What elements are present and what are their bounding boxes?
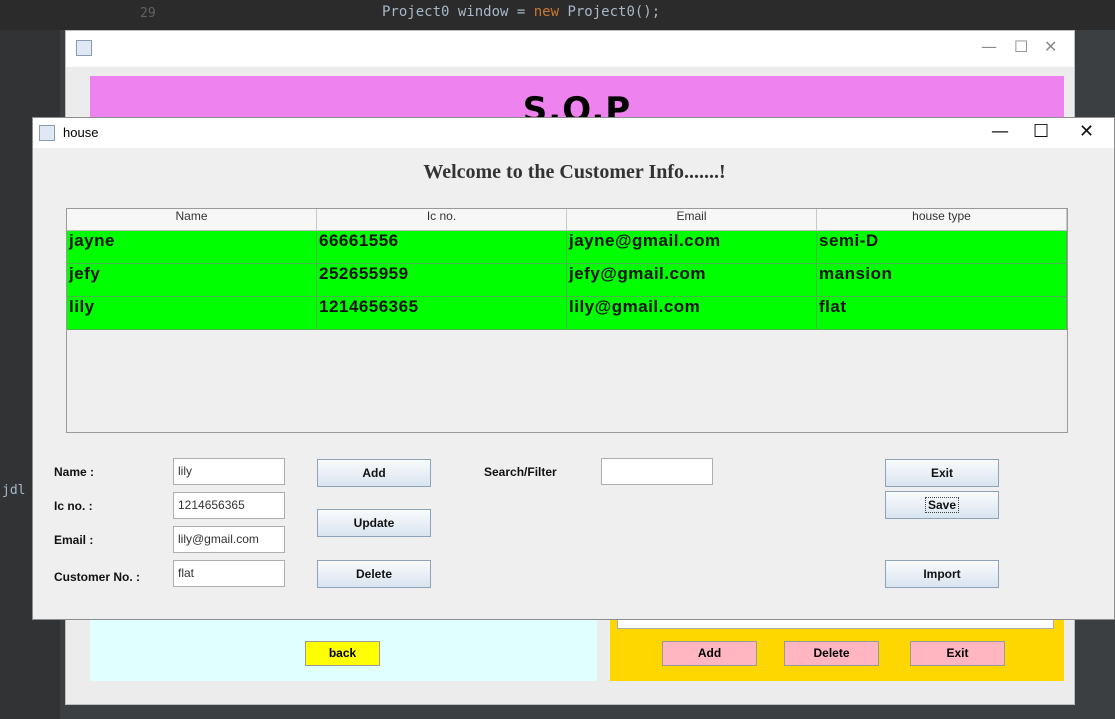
add-button[interactable]: Add (662, 641, 757, 666)
table-cell: flat (817, 297, 1067, 329)
import-button[interactable]: Import (885, 560, 999, 588)
email-field[interactable]: lily@gmail.com (173, 526, 285, 553)
table-header: Name Ic no. Email house type (67, 209, 1067, 231)
table-row[interactable]: jefy 252655959 jefy@gmail.com mansion (67, 264, 1067, 297)
window-titlebar: house — ☐ ✕ (33, 118, 1114, 148)
welcome-heading: Welcome to the Customer Info.......! (423, 161, 726, 183)
column-header-name[interactable]: Name (67, 209, 317, 231)
table-cell: jayne (67, 231, 317, 263)
customer-no-label: Customer No. : (54, 570, 141, 584)
line-number: 29 (140, 6, 156, 21)
search-input[interactable] (601, 458, 713, 485)
ic-field[interactable]: 1214656365 (173, 492, 285, 519)
name-field[interactable]: lily (173, 458, 285, 485)
ide-editor-strip: 29 Project0 window = new Project0(); (0, 0, 1115, 30)
table-cell: lily@gmail.com (567, 297, 817, 329)
table-cell: jefy (67, 264, 317, 296)
delete-button[interactable]: Delete (784, 641, 879, 666)
table-cell: jayne@gmail.com (567, 231, 817, 263)
delete-button[interactable]: Delete (317, 560, 431, 588)
table-row[interactable]: jayne 66661556 jayne@gmail.com semi-D (67, 231, 1067, 264)
email-label: Email : (54, 533, 94, 547)
customer-no-field[interactable]: flat (173, 560, 285, 587)
ide-console-text: jdl (2, 483, 26, 498)
column-header-house-type[interactable]: house type (817, 209, 1067, 231)
code-line: Project0 window = new Project0(); (382, 4, 661, 20)
maximize-icon[interactable]: ☐ (1033, 121, 1049, 142)
table-cell: 252655959 (317, 264, 567, 296)
customer-table[interactable]: Name Ic no. Email house type jayne 66661… (66, 208, 1068, 433)
close-icon[interactable]: ✕ (1044, 37, 1057, 56)
minimize-icon[interactable]: — (991, 121, 1009, 142)
add-button[interactable]: Add (317, 459, 431, 487)
table-cell: 1214656365 (317, 297, 567, 329)
java-icon (76, 40, 92, 56)
back-button[interactable]: back (305, 641, 380, 666)
window-title: house (63, 125, 99, 140)
column-header-ic[interactable]: Ic no. (317, 209, 567, 231)
update-button[interactable]: Update (317, 509, 431, 537)
exit-button[interactable]: Exit (910, 641, 1005, 666)
java-icon (39, 125, 55, 141)
right-panel: Add Delete Exit (610, 616, 1064, 681)
ic-label: Ic no. : (54, 499, 93, 513)
close-icon[interactable]: ✕ (1079, 121, 1094, 142)
maximize-icon[interactable]: ☐ (1014, 37, 1028, 56)
table-cell: jefy@gmail.com (567, 264, 817, 296)
table-cell: mansion (817, 264, 1067, 296)
column-header-email[interactable]: Email (567, 209, 817, 231)
house-window: house — ☐ ✕ Welcome to the Customer Info… (32, 117, 1115, 620)
background-window-titlebar: — ☐ ✕ (66, 31, 1074, 67)
table-cell: 66661556 (317, 231, 567, 263)
search-filter-label: Search/Filter (484, 465, 557, 479)
table-cell: lily (67, 297, 317, 329)
left-panel: back (90, 616, 597, 681)
save-button[interactable]: Save (885, 491, 999, 519)
minimize-icon[interactable]: — (981, 37, 997, 56)
exit-button[interactable]: Exit (885, 459, 999, 487)
table-row[interactable]: lily 1214656365 lily@gmail.com flat (67, 297, 1067, 330)
table-cell: semi-D (817, 231, 1067, 263)
save-button-label: Save (924, 497, 960, 513)
name-label: Name : (54, 465, 95, 479)
